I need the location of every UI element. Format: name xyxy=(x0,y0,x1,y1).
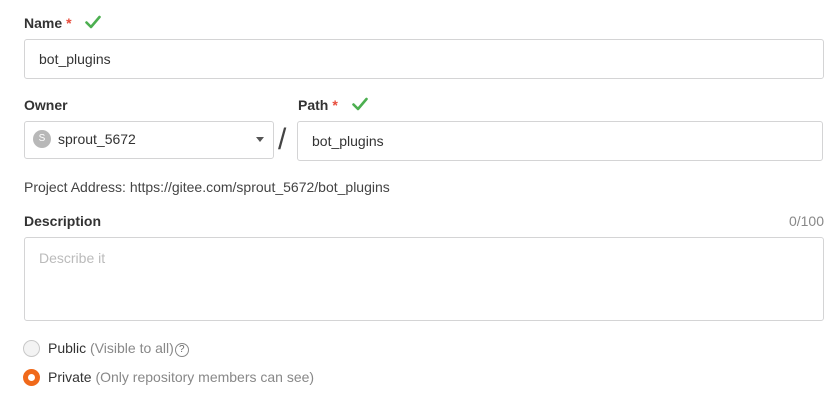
private-option-text: Private (Only repository members can see… xyxy=(48,369,314,385)
name-input[interactable] xyxy=(24,39,824,79)
owner-selected-value: sprout_5672 xyxy=(58,131,136,147)
project-address: Project Address: https://gitee.com/sprou… xyxy=(24,179,390,195)
public-note: (Visible to all) xyxy=(90,340,174,356)
avatar: S xyxy=(33,130,51,148)
public-option-text: Public (Visible to all)? xyxy=(48,340,189,357)
private-note: (Only repository members can see) xyxy=(95,369,315,385)
required-mark: * xyxy=(332,97,338,113)
name-label-row: Name * xyxy=(24,15,102,31)
required-mark: * xyxy=(66,15,72,31)
question-circle-icon[interactable]: ? xyxy=(174,343,189,357)
description-label: Description xyxy=(24,213,102,229)
public-label: Public xyxy=(48,340,87,356)
name-label: Name xyxy=(24,15,63,31)
checkmark-icon xyxy=(351,97,368,111)
path-label-row: Path * xyxy=(298,97,368,113)
private-label: Private xyxy=(48,369,92,385)
private-radio[interactable] xyxy=(23,369,40,386)
description-label-row: Description xyxy=(24,213,101,229)
description-textarea[interactable] xyxy=(24,237,824,321)
caret-down-icon xyxy=(256,137,264,142)
path-label: Path xyxy=(298,97,329,113)
visibility-private-option[interactable]: Private (Only repository members can see… xyxy=(23,369,423,386)
character-counter: 0/100 xyxy=(788,213,824,229)
owner-label-row: Owner xyxy=(24,97,68,113)
owner-select[interactable]: S sprout_5672 xyxy=(24,121,274,159)
path-input[interactable] xyxy=(297,121,823,161)
visibility-public-option[interactable]: Public (Visible to all)? xyxy=(23,340,423,357)
path-separator: / xyxy=(278,123,287,156)
owner-label: Owner xyxy=(24,97,68,113)
checkmark-icon xyxy=(85,15,102,29)
public-radio[interactable] xyxy=(23,340,40,357)
